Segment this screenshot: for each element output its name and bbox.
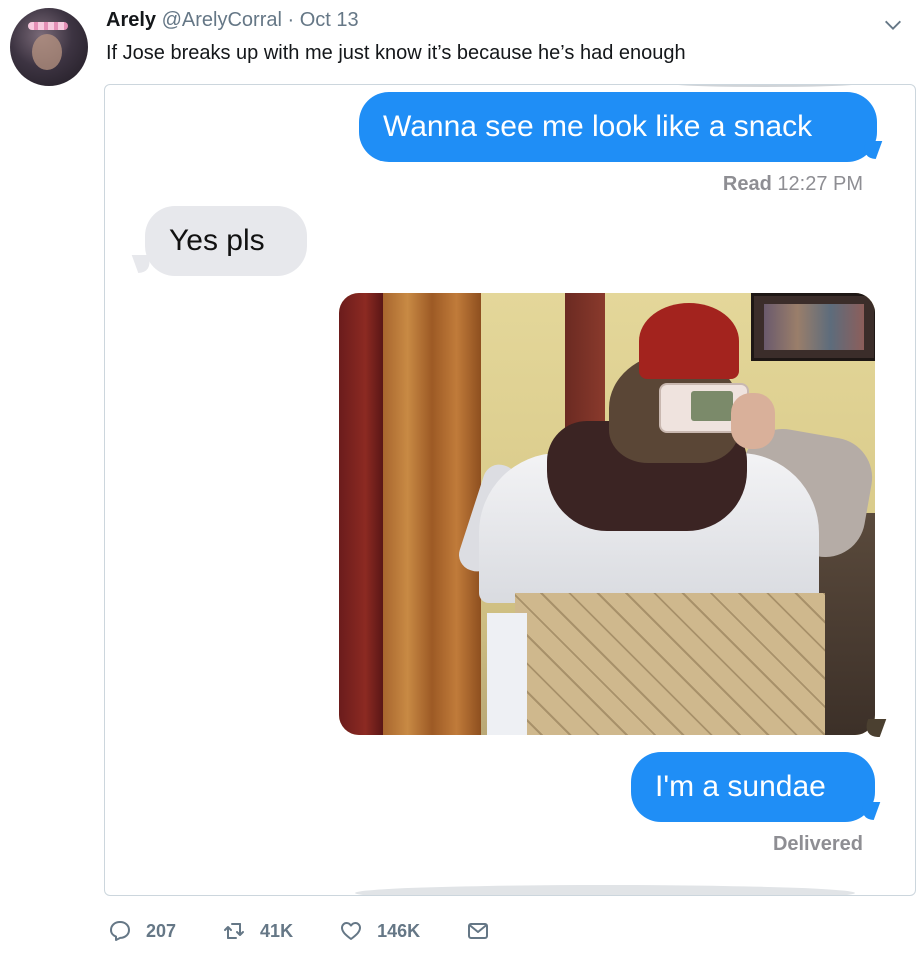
photo-message	[339, 293, 875, 735]
direct-message-button[interactable]	[466, 919, 504, 943]
like-count: 146K	[377, 920, 421, 941]
tweet-media-screenshot[interactable]: Wanna see me look like a snack Read 12:2…	[104, 84, 916, 896]
outgoing-message-bubble: I'm a sundae	[631, 752, 875, 822]
avatar-crown	[28, 22, 68, 30]
photo-door	[339, 293, 383, 735]
avatar[interactable]	[10, 8, 88, 86]
photo-hand	[731, 393, 775, 449]
like-button[interactable]: 146K	[339, 919, 420, 943]
photo-wall-art	[751, 293, 875, 361]
photo-lace	[487, 613, 527, 735]
reply-button[interactable]: 207	[108, 919, 176, 943]
reply-count: 207	[146, 920, 177, 941]
retweet-icon	[224, 923, 245, 939]
previous-message-edge	[665, 85, 865, 87]
chevron-down-icon[interactable]	[882, 14, 904, 36]
tweet-actions: 207 41K 146K	[108, 918, 550, 944]
reply-icon	[110, 921, 130, 941]
author-name[interactable]: Arely	[106, 9, 156, 31]
photo-doorframe	[383, 293, 481, 735]
read-receipt: Read 12:27 PM	[723, 173, 863, 196]
incoming-message-bubble: Yes pls	[145, 206, 307, 276]
tweet-header: Arely @ArelyCorral · Oct 13	[106, 8, 359, 32]
photo-hat	[639, 303, 739, 379]
author-handle[interactable]: @ArelyCorral	[162, 9, 282, 31]
delivered-status: Delivered	[772, 833, 863, 855]
separator-dot: ·	[287, 9, 295, 31]
next-message-edge	[355, 885, 855, 895]
read-time: 12:27 PM	[777, 173, 863, 195]
envelope-icon	[468, 923, 489, 939]
heart-icon	[341, 922, 362, 940]
retweet-button[interactable]: 41K	[222, 919, 293, 943]
tweet-date[interactable]: Oct 13	[300, 9, 359, 31]
tweet-text: If Jose breaks up with me just know it’s…	[106, 42, 686, 64]
read-label: Read	[722, 173, 772, 195]
avatar-face	[32, 34, 62, 70]
retweet-count: 41K	[260, 920, 294, 941]
outgoing-message-bubble: Wanna see me look like a snack	[359, 92, 877, 162]
photo-cone	[515, 593, 825, 735]
